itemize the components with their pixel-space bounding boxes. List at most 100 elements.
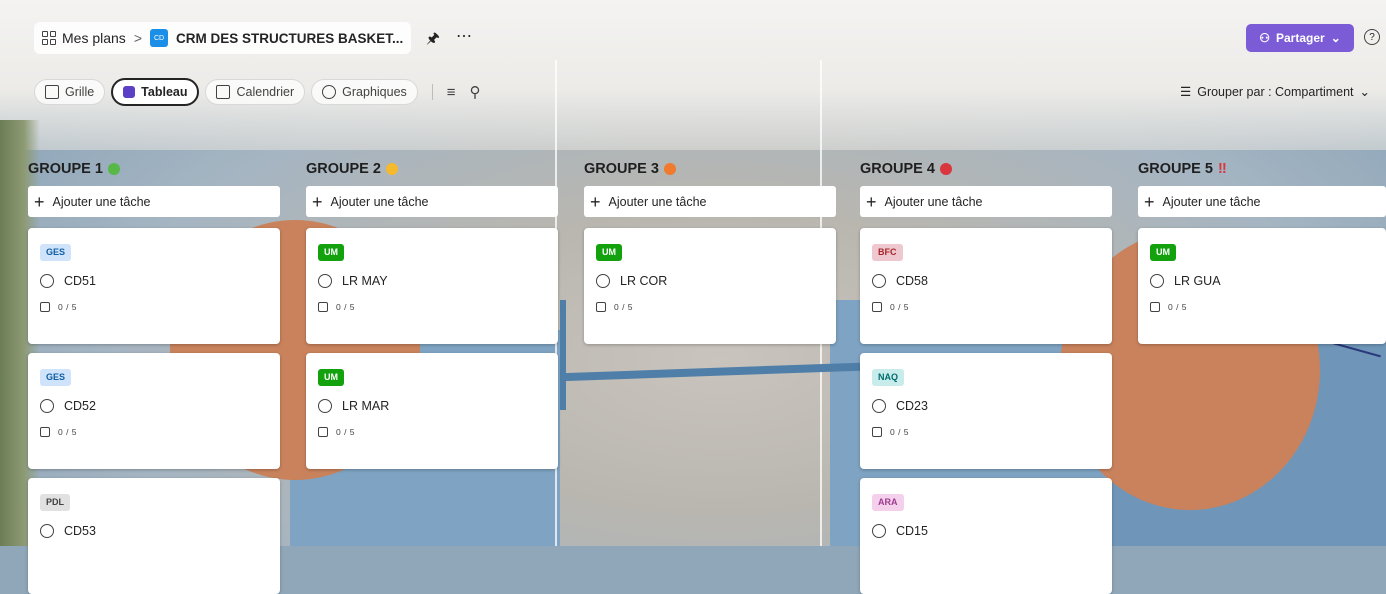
add-task-label: Ajouter une tâche (1162, 194, 1261, 209)
share-label: Partager (1276, 31, 1325, 45)
checklist-progress: 0 / 5 (614, 302, 634, 312)
task-title: LR MAR (342, 399, 390, 413)
chevron-right-icon: > (133, 30, 142, 46)
tab-label: Graphiques (342, 85, 407, 99)
help-icon[interactable]: ? (1364, 29, 1380, 45)
yellow-circle-icon (385, 163, 398, 175)
checklist-icon (40, 427, 50, 437)
task-card[interactable]: BFC CD58 0 / 5 (860, 228, 1112, 344)
tab-tableau[interactable]: Tableau (111, 78, 200, 106)
calendar-icon (216, 85, 231, 99)
add-task-button[interactable]: + Ajouter une tâche (860, 186, 1112, 217)
label-tag: PDL (40, 494, 70, 511)
list-icon: ☰ (1180, 85, 1192, 99)
add-task-label: Ajouter une tâche (608, 194, 707, 209)
task-card[interactable]: GES CD51 0 / 5 (28, 228, 280, 344)
complete-checkbox-icon[interactable] (872, 399, 886, 413)
task-card[interactable]: NAQ CD23 0 / 5 (860, 353, 1112, 469)
plus-icon: + (590, 191, 601, 212)
breadcrumb: Mes plans > CD CRM DES STRUCTURES BASKET… (34, 22, 412, 54)
column-title-text: GROUPE 1 (28, 161, 103, 177)
column-title: GROUPE 3 (584, 158, 836, 180)
checklist-icon (596, 302, 606, 312)
grid-icon (45, 85, 59, 99)
chevron-down-icon: ⌄ (1359, 85, 1371, 99)
search-icon[interactable]: ⚲ (470, 83, 481, 101)
label-tag: NAQ (872, 369, 904, 386)
task-title: LR GUA (1174, 274, 1221, 288)
column-title: GROUPE 5 ‼ (1138, 158, 1386, 180)
plus-icon: + (34, 191, 45, 212)
breadcrumb-root[interactable]: Mes plans (62, 30, 126, 46)
pin-icon[interactable]: 🖈 (426, 28, 440, 53)
task-card[interactable]: UM LR MAR 0 / 5 (306, 353, 558, 469)
tab-graphiques[interactable]: Graphiques (311, 79, 418, 105)
orange-circle-icon (663, 163, 676, 175)
plus-icon: + (866, 191, 877, 212)
app-header: Mes plans > CD CRM DES STRUCTURES BASKET… (0, 0, 1386, 74)
complete-checkbox-icon[interactable] (872, 274, 886, 288)
more-options-icon[interactable]: ⋯ (456, 26, 473, 46)
tab-calendrier[interactable]: Calendrier (205, 79, 306, 105)
checklist-icon (318, 302, 328, 312)
plans-grid-icon[interactable] (42, 31, 56, 45)
complete-checkbox-icon[interactable] (40, 399, 54, 413)
add-task-button[interactable]: + Ajouter une tâche (1138, 186, 1386, 217)
task-title: CD53 (64, 524, 96, 538)
column-title: GROUPE 2 (306, 158, 558, 180)
share-button[interactable]: ⚇ Partager ⌄ (1246, 24, 1354, 52)
task-card[interactable]: UM LR GUA 0 / 5 (1138, 228, 1386, 344)
green-circle-icon (107, 163, 120, 175)
task-card[interactable]: UM LR MAY 0 / 5 (306, 228, 558, 344)
checklist-progress: 0 / 5 (58, 427, 78, 437)
red-circle-icon (939, 163, 952, 175)
add-task-label: Ajouter une tâche (884, 194, 983, 209)
add-task-button[interactable]: + Ajouter une tâche (306, 186, 558, 217)
complete-checkbox-icon[interactable] (596, 274, 610, 288)
checklist-progress: 0 / 5 (58, 302, 78, 312)
group-by-dropdown[interactable]: ☰ Grouper par : Compartiment ⌄ (1180, 84, 1371, 100)
add-task-label: Ajouter une tâche (52, 194, 151, 209)
task-card[interactable]: PDL CD53 (28, 478, 280, 594)
board-column: GROUPE 3 + Ajouter une tâche UM LR COR 0 … (584, 158, 836, 344)
checklist-icon (318, 427, 328, 437)
add-task-label: Ajouter une tâche (330, 194, 429, 209)
board-column: GROUPE 2 + Ajouter une tâche UM LR MAY 0 … (306, 158, 558, 469)
column-title-text: GROUPE 3 (584, 161, 659, 177)
plan-title[interactable]: CRM DES STRUCTURES BASKET... (176, 31, 403, 46)
add-task-button[interactable]: + Ajouter une tâche (584, 186, 836, 217)
tab-grille[interactable]: Grille (34, 79, 106, 105)
complete-checkbox-icon[interactable] (318, 399, 332, 413)
label-tag: UM (596, 244, 622, 261)
column-title-text: GROUPE 4 (860, 161, 935, 177)
complete-checkbox-icon[interactable] (40, 274, 54, 288)
label-tag: UM (318, 244, 344, 261)
filter-icon[interactable]: ≡ (447, 84, 456, 101)
board-column: GROUPE 4 + Ajouter une tâche BFC CD58 0 /… (860, 158, 1112, 594)
chevron-down-icon: ⌄ (1330, 31, 1341, 45)
column-title: GROUPE 4 (860, 158, 1112, 180)
label-tag: GES (40, 244, 72, 261)
task-card[interactable]: GES CD52 0 / 5 (28, 353, 280, 469)
plus-icon: + (1144, 191, 1155, 212)
tab-label: Tableau (141, 85, 188, 99)
complete-checkbox-icon[interactable] (318, 274, 332, 288)
tab-label: Grille (65, 85, 95, 99)
complete-checkbox-icon[interactable] (40, 524, 54, 538)
label-tag: UM (1150, 244, 1176, 261)
label-tag: ARA (872, 494, 904, 511)
view-switcher: Grille Tableau Calendrier Graphiques ≡ ⚲ (34, 78, 489, 106)
complete-checkbox-icon[interactable] (1150, 274, 1164, 288)
label-tag: BFC (872, 244, 903, 261)
plus-icon: + (312, 191, 323, 212)
tab-label: Calendrier (236, 85, 295, 99)
board-icon (123, 86, 136, 98)
column-title: GROUPE 1 (28, 158, 280, 180)
plan-badge: CD (150, 29, 168, 47)
task-title: CD15 (896, 524, 928, 538)
checklist-progress: 0 / 5 (336, 427, 356, 437)
add-task-button[interactable]: + Ajouter une tâche (28, 186, 280, 217)
complete-checkbox-icon[interactable] (872, 524, 886, 538)
task-card[interactable]: ARA CD15 (860, 478, 1112, 594)
task-card[interactable]: UM LR COR 0 / 5 (584, 228, 836, 344)
